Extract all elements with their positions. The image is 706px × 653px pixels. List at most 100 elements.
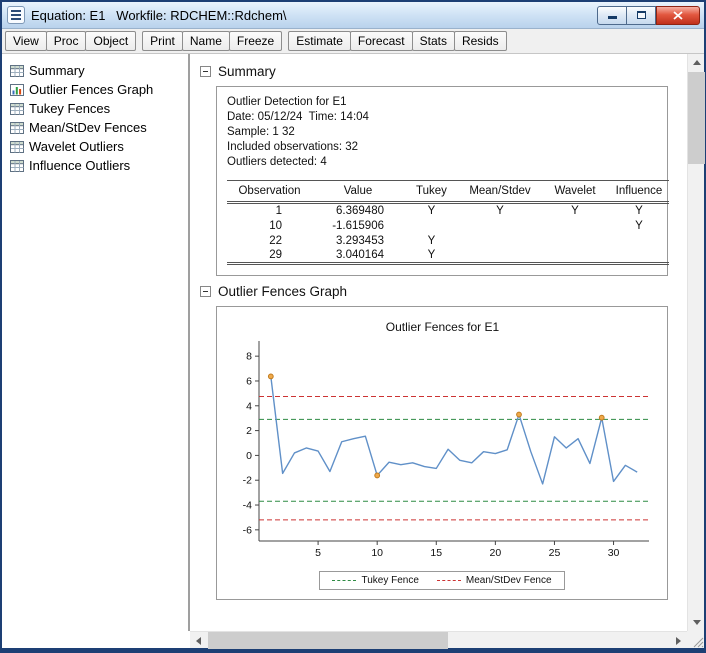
resize-grip[interactable] bbox=[687, 631, 704, 648]
toolbar-button-resids[interactable]: Resids bbox=[454, 31, 507, 51]
table-header-influence: Influence bbox=[609, 181, 669, 203]
x-tick-label: 30 bbox=[607, 547, 619, 559]
scroll-right-button[interactable] bbox=[670, 632, 687, 649]
close-icon bbox=[673, 11, 683, 20]
arrow-up-icon bbox=[693, 60, 701, 65]
close-button[interactable] bbox=[656, 6, 700, 25]
outlier-marker bbox=[599, 415, 604, 420]
vertical-scrollbar[interactable] bbox=[687, 54, 704, 631]
table-cell bbox=[459, 218, 541, 233]
scroll-up-button[interactable] bbox=[688, 54, 705, 71]
table-cell bbox=[609, 233, 669, 248]
summary-info: Outlier Detection for E1Date: 05/12/24 T… bbox=[227, 95, 657, 170]
collapse-graph-button[interactable] bbox=[200, 286, 211, 297]
toolbar-button-print[interactable]: Print bbox=[142, 31, 183, 51]
toolbar-button-object[interactable]: Object bbox=[85, 31, 136, 51]
table-row: 293.040164Y bbox=[227, 248, 669, 264]
table-icon bbox=[10, 141, 24, 153]
outlier-marker bbox=[374, 473, 379, 478]
y-tick-label: 6 bbox=[246, 375, 252, 387]
table-cell: Y bbox=[541, 203, 609, 219]
arrow-right-icon bbox=[676, 637, 681, 645]
collapse-summary-button[interactable] bbox=[200, 66, 211, 77]
outlier-fences-chart[interactable]: Outlier Fences for E186420-2-4-651015202… bbox=[216, 306, 668, 600]
table-cell bbox=[609, 248, 669, 264]
content-area: Summary Outlier Fences Graph Tukey Fences M… bbox=[2, 54, 704, 631]
scroll-left-button[interactable] bbox=[190, 632, 207, 649]
scroll-down-button[interactable] bbox=[688, 614, 705, 631]
sidebar-item-label: Influence Outliers bbox=[29, 158, 130, 173]
x-tick-label: 25 bbox=[548, 547, 560, 559]
table-cell: Y bbox=[404, 248, 459, 264]
summary-info-line: Outlier Detection for E1 bbox=[227, 95, 657, 110]
table-cell: Y bbox=[404, 233, 459, 248]
table-cell: Y bbox=[404, 203, 459, 219]
table-cell bbox=[459, 248, 541, 264]
legend-label: Mean/StDev Fence bbox=[466, 575, 552, 586]
arrow-down-icon bbox=[693, 620, 701, 625]
y-tick-label: -4 bbox=[242, 500, 251, 512]
y-tick-label: 4 bbox=[246, 400, 252, 412]
toolbar-button-estimate[interactable]: Estimate bbox=[288, 31, 351, 51]
toolbar-button-view[interactable]: View bbox=[5, 31, 47, 51]
summary-section-title: Summary bbox=[218, 64, 276, 79]
window-controls bbox=[597, 6, 700, 25]
table-cell: 10 bbox=[227, 218, 312, 233]
legend-label: Tukey Fence bbox=[361, 575, 418, 586]
summary-output: Outlier Detection for E1Date: 05/12/24 T… bbox=[216, 86, 668, 276]
x-tick-label: 5 bbox=[315, 547, 321, 559]
sidebar-item-influence-outliers[interactable]: Influence Outliers bbox=[2, 156, 188, 175]
outlier-marker bbox=[268, 374, 273, 379]
chart-title: Outlier Fences for E1 bbox=[385, 320, 499, 334]
sidebar-item-label: Wavelet Outliers bbox=[29, 139, 124, 154]
table-header-tukey: Tukey bbox=[404, 181, 459, 203]
table-row: 223.293453Y bbox=[227, 233, 669, 248]
sidebar-item-wavelet-outliers[interactable]: Wavelet Outliers bbox=[2, 137, 188, 156]
minimize-icon bbox=[608, 16, 617, 19]
horizontal-scroll-thumb[interactable] bbox=[208, 632, 448, 649]
summary-info-line: Sample: 1 32 bbox=[227, 125, 657, 140]
maximize-icon bbox=[637, 11, 646, 19]
sidebar-item-summary[interactable]: Summary bbox=[2, 61, 188, 80]
sidebar-item-label: Tukey Fences bbox=[29, 101, 110, 116]
table-cell bbox=[541, 248, 609, 264]
sidebar-item-mean-stdev-fences[interactable]: Mean/StDev Fences bbox=[2, 118, 188, 137]
toolbar-button-proc[interactable]: Proc bbox=[46, 31, 87, 51]
y-tick-label: 8 bbox=[246, 351, 252, 363]
toolbar-button-freeze[interactable]: Freeze bbox=[229, 31, 282, 51]
summary-section-header: Summary bbox=[200, 64, 687, 79]
x-tick-label: 15 bbox=[430, 547, 442, 559]
table-cell: 22 bbox=[227, 233, 312, 248]
legend-line-sample bbox=[437, 580, 461, 581]
outlier-marker bbox=[516, 412, 521, 417]
window-title: Equation: E1 Workfile: RDCHEM::Rdchem\ bbox=[31, 8, 591, 23]
sidebar-tree: Summary Outlier Fences Graph Tukey Fences M… bbox=[2, 54, 188, 631]
graph-icon bbox=[10, 84, 24, 96]
toolbar-button-forecast[interactable]: Forecast bbox=[350, 31, 413, 51]
table-icon bbox=[10, 103, 24, 115]
table-header-row: ObservationValueTukeyMean/StdevWaveletIn… bbox=[227, 181, 669, 203]
sidebar-item-label: Mean/StDev Fences bbox=[29, 120, 147, 135]
table-cell: 3.293453 bbox=[312, 233, 404, 248]
minimize-button[interactable] bbox=[597, 6, 627, 25]
table-row: 10-1.615906Y bbox=[227, 218, 669, 233]
sidebar-item-outlier-fences-graph[interactable]: Outlier Fences Graph bbox=[2, 80, 188, 99]
table-header-observation: Observation bbox=[227, 181, 312, 203]
sidebar-item-label: Summary bbox=[29, 63, 85, 78]
graph-section-header: Outlier Fences Graph bbox=[200, 284, 687, 299]
sidebar-item-tukey-fences[interactable]: Tukey Fences bbox=[2, 99, 188, 118]
toolbar-button-stats[interactable]: Stats bbox=[412, 31, 455, 51]
window-menu-icon[interactable] bbox=[7, 6, 25, 24]
graph-section-title: Outlier Fences Graph bbox=[218, 284, 347, 299]
x-tick-label: 20 bbox=[489, 547, 501, 559]
summary-table: ObservationValueTukeyMean/StdevWaveletIn… bbox=[227, 180, 669, 265]
title-bar[interactable]: Equation: E1 Workfile: RDCHEM::Rdchem\ bbox=[2, 2, 704, 29]
eviews-window: Equation: E1 Workfile: RDCHEM::Rdchem\ V… bbox=[0, 0, 706, 653]
legend-item-tukey-fence: Tukey Fence bbox=[332, 575, 418, 586]
maximize-button[interactable] bbox=[627, 6, 656, 25]
y-tick-label: 2 bbox=[246, 425, 252, 437]
vertical-scroll-thumb[interactable] bbox=[688, 72, 705, 164]
toolbar-button-name[interactable]: Name bbox=[182, 31, 230, 51]
horizontal-scrollbar[interactable] bbox=[190, 631, 687, 648]
table-cell bbox=[541, 218, 609, 233]
